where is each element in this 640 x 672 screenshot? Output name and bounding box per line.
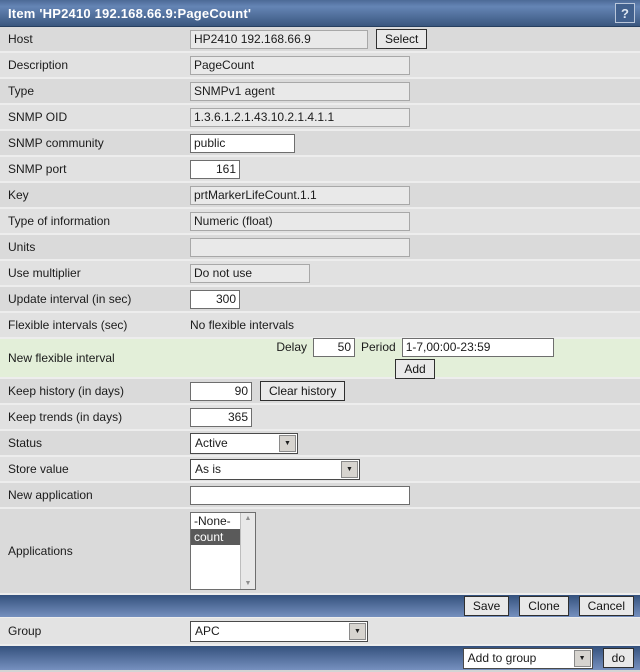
form-actions-bar: Save Clone Cancel (0, 595, 640, 617)
use-multiplier-input[interactable] (190, 263, 310, 283)
clear-history-button[interactable]: Clear history (260, 381, 346, 401)
units-input[interactable] (190, 237, 410, 257)
applications-option-count[interactable]: count (191, 529, 240, 545)
store-value-select[interactable]: As is ▼ (190, 458, 360, 480)
type-of-information-label: Type of information (8, 214, 111, 228)
applications-listbox[interactable]: -None- count ▲ ▼ (190, 512, 256, 590)
form-row-snmp-community: SNMP community (0, 131, 640, 155)
description-input[interactable] (190, 55, 410, 75)
chevron-down-icon: ▼ (349, 622, 366, 640)
store-value-label: Store value (8, 462, 69, 476)
group-label: Group (8, 624, 42, 638)
new-flexible-interval-label: New flexible interval (8, 351, 115, 365)
keep-history-input[interactable] (190, 381, 252, 401)
form-row-status: Status Active ▼ (0, 431, 640, 455)
applications-option-none[interactable]: -None- (191, 513, 240, 529)
form-row-update-interval: Update interval (in sec) (0, 287, 640, 311)
description-label: Description (8, 58, 69, 72)
period-label: Period (361, 340, 396, 354)
chevron-down-icon: ▼ (341, 460, 358, 478)
item-configuration-page: Item 'HP2410 192.168.66.9:PageCount' ? H… (0, 0, 640, 672)
update-interval-input[interactable] (190, 289, 240, 309)
listbox-scrollbar[interactable]: ▲ ▼ (240, 513, 255, 589)
keep-trends-input[interactable] (190, 407, 252, 427)
form-row-key: Key (0, 183, 640, 207)
key-input[interactable] (190, 185, 410, 205)
form-row-use-multiplier: Use multiplier (0, 261, 640, 285)
status-select-value: Active (195, 436, 228, 450)
use-multiplier-label: Use multiplier (8, 266, 81, 280)
form-row-units: Units (0, 235, 640, 259)
snmp-community-label: SNMP community (8, 136, 104, 150)
delay-input[interactable] (313, 337, 355, 357)
snmp-port-input[interactable] (190, 159, 240, 179)
host-label: Host (8, 32, 33, 46)
type-of-information-input[interactable] (190, 211, 410, 231)
group-action-select[interactable]: Add to group ▼ (462, 647, 593, 669)
snmp-oid-input[interactable] (190, 107, 410, 127)
form-row-store-value: Store value As is ▼ (0, 457, 640, 481)
host-select-button[interactable]: Select (376, 29, 428, 49)
new-application-input[interactable] (190, 485, 410, 505)
status-label: Status (8, 436, 43, 450)
do-button[interactable]: do (602, 648, 634, 668)
cancel-button[interactable]: Cancel (578, 596, 634, 616)
flexible-intervals-label: Flexible intervals (sec) (8, 318, 128, 332)
titlebar: Item 'HP2410 192.168.66.9:PageCount' ? (0, 0, 640, 27)
form-row-description: Description (0, 53, 640, 77)
type-label: Type (8, 84, 35, 98)
help-icon[interactable]: ? (615, 3, 635, 23)
store-value-select-value: As is (195, 462, 222, 476)
update-interval-label: Update interval (in sec) (8, 292, 132, 306)
form-row-applications: Applications -None- count ▲ ▼ (0, 509, 640, 593)
group-select-value: APC (195, 624, 220, 638)
form-row-type: Type (0, 79, 640, 103)
add-flexible-interval-button[interactable]: Add (395, 358, 435, 379)
chevron-down-icon: ▼ (279, 434, 296, 452)
scroll-up-icon[interactable]: ▲ (245, 515, 252, 522)
units-label: Units (8, 240, 36, 254)
period-input[interactable] (401, 337, 554, 357)
keep-history-label: Keep history (in days) (8, 384, 125, 398)
group-action-select-value: Add to group (467, 651, 537, 665)
snmp-oid-label: SNMP OID (8, 110, 68, 124)
delay-label: Delay (276, 340, 307, 354)
form-row-host: Host Select (0, 27, 640, 51)
clone-button[interactable]: Clone (519, 596, 569, 616)
form-row-flexible-intervals: Flexible intervals (sec) No flexible int… (0, 313, 640, 337)
applications-label: Applications (8, 544, 73, 558)
page-title: Item 'HP2410 192.168.66.9:PageCount' (8, 5, 252, 21)
form-row-snmp-oid: SNMP OID (0, 105, 640, 129)
bottom-action-bar: Add to group ▼ do (0, 646, 640, 670)
snmp-community-input[interactable] (190, 133, 295, 153)
host-input[interactable] (190, 29, 368, 49)
snmp-port-label: SNMP port (8, 162, 67, 176)
flexible-intervals-value: No flexible intervals (190, 318, 295, 332)
group-select[interactable]: APC ▼ (190, 620, 368, 642)
key-label: Key (8, 188, 29, 202)
form-row-type-of-information: Type of information (0, 209, 640, 233)
status-select[interactable]: Active ▼ (190, 432, 298, 454)
form-row-new-application: New application (0, 483, 640, 507)
form-row-new-flexible-interval: New flexible interval Delay Period Add (0, 337, 640, 379)
form-row-keep-trends: Keep trends (in days) (0, 405, 640, 429)
form-row-snmp-port: SNMP port (0, 157, 640, 181)
form-row-keep-history: Keep history (in days) Clear history (0, 379, 640, 403)
scroll-down-icon[interactable]: ▼ (245, 580, 252, 587)
keep-trends-label: Keep trends (in days) (8, 410, 123, 424)
chevron-down-icon: ▼ (573, 649, 591, 667)
type-input[interactable] (190, 81, 410, 101)
save-button[interactable]: Save (463, 596, 510, 616)
new-application-label: New application (8, 488, 93, 502)
group-row: Group APC ▼ (0, 618, 640, 644)
